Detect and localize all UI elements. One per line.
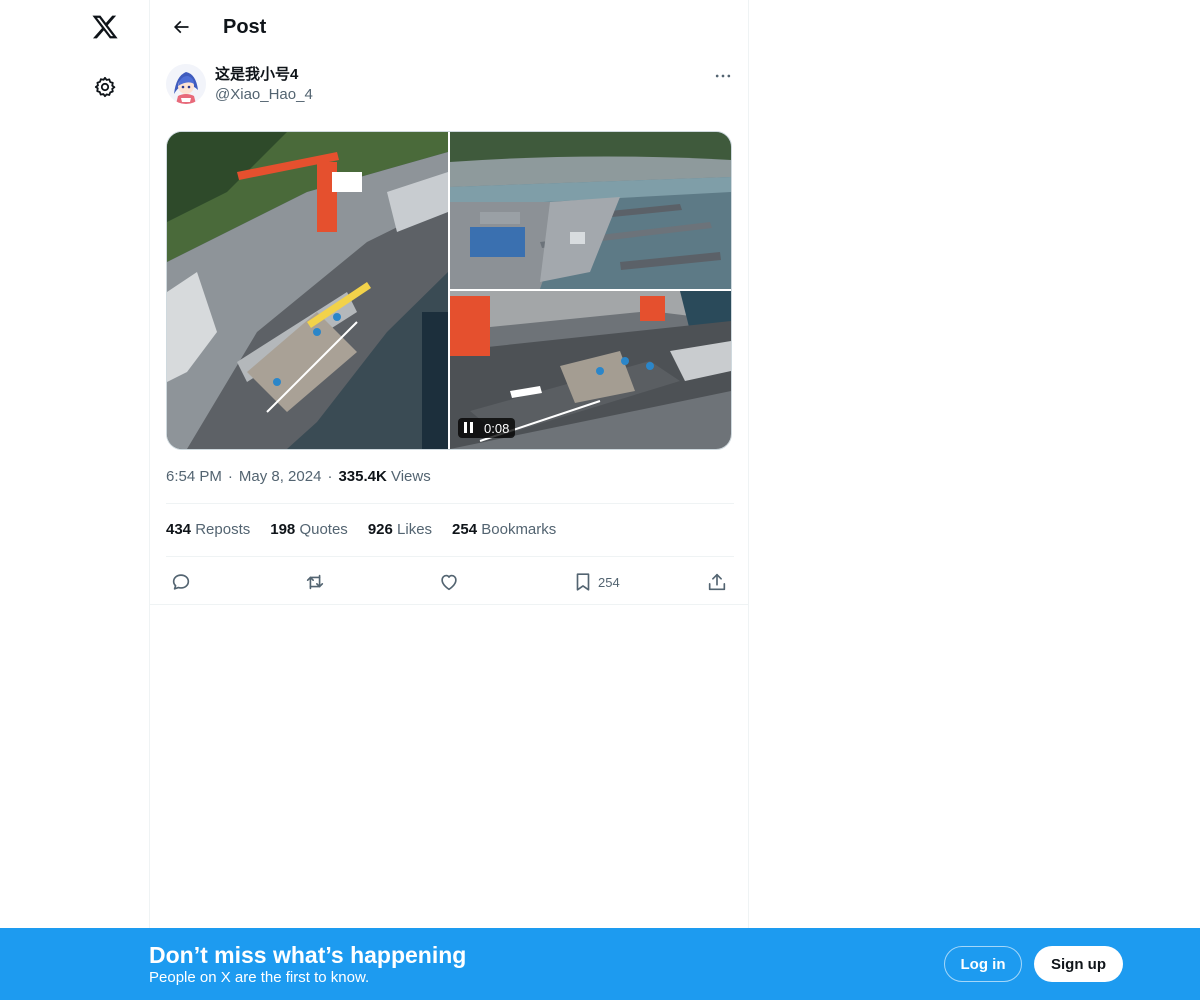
- quotes-count: 198: [270, 521, 296, 538]
- divider: [150, 604, 748, 605]
- reply-button[interactable]: [170, 566, 192, 598]
- video-duration: 0:08: [484, 420, 510, 436]
- views-count: 335.4K: [338, 468, 387, 485]
- post-stats: 434 Reposts 198 Quotes 926 Likes 254 Boo…: [166, 520, 556, 540]
- like-button[interactable]: [438, 566, 460, 598]
- meta-separator: ·: [327, 468, 333, 485]
- stat-bookmarks[interactable]: 254 Bookmarks: [452, 520, 556, 540]
- media-video[interactable]: 0:08: [450, 291, 731, 449]
- meta-separator: ·: [227, 468, 233, 485]
- page-title: Post: [223, 16, 267, 38]
- reposts-count: 434: [166, 521, 192, 538]
- share-button[interactable]: [706, 566, 728, 598]
- author-display-name[interactable]: 这是我小号4: [215, 65, 313, 85]
- post-author: 这是我小号4 @Xiao_Hao_4: [166, 64, 313, 108]
- reposts-label: Reposts: [195, 521, 251, 538]
- video-badge: 0:08: [458, 418, 516, 438]
- post-date[interactable]: May 8, 2024: [239, 468, 322, 485]
- media-photo-2[interactable]: [450, 132, 731, 289]
- bookmark-icon: [576, 573, 590, 591]
- avatar[interactable]: [166, 64, 206, 104]
- author-handle[interactable]: @Xiao_Hao_4: [215, 85, 313, 105]
- gear-icon[interactable]: [87, 69, 123, 105]
- banner-title: Don’t miss what’s happening: [149, 942, 467, 968]
- views-label: Views: [390, 468, 431, 485]
- post-time[interactable]: 6:54 PM: [166, 468, 222, 485]
- post-meta: 6:54 PM · May 8, 2024 · 335.4K Views: [166, 467, 431, 487]
- quotes-label: Quotes: [299, 521, 348, 538]
- share-icon: [708, 573, 726, 591]
- bookmark-button[interactable]: 254: [572, 566, 620, 598]
- bookmarks-count: 254: [452, 521, 478, 538]
- likes-count: 926: [367, 521, 393, 538]
- stat-likes[interactable]: 926 Likes: [368, 520, 432, 540]
- left-nav: [0, 0, 150, 1000]
- repost-icon: [306, 574, 324, 590]
- banner-subtitle: People on X are the first to know.: [149, 969, 370, 986]
- author-names: 这是我小号4 @Xiao_Hao_4: [215, 64, 313, 108]
- stat-reposts[interactable]: 434 Reposts: [166, 520, 250, 540]
- post-media-grid: 0:08: [166, 131, 732, 450]
- page-header: Post: [150, 0, 748, 53]
- bookmarks-label: Bookmarks: [481, 521, 557, 538]
- bookmark-count: 254: [598, 574, 620, 590]
- action-bar: 254: [150, 566, 748, 598]
- x-logo-icon[interactable]: [87, 9, 123, 45]
- heart-icon: [441, 574, 457, 591]
- media-photo-1[interactable]: [167, 132, 448, 449]
- likes-label: Likes: [397, 521, 433, 538]
- divider: [166, 503, 734, 504]
- more-button[interactable]: [707, 64, 739, 88]
- back-button[interactable]: [163, 9, 199, 45]
- signup-button[interactable]: Sign up: [1034, 946, 1123, 982]
- divider: [166, 556, 734, 557]
- stat-quotes[interactable]: 198 Quotes: [270, 520, 348, 540]
- reply-icon: [172, 574, 190, 590]
- pause-icon[interactable]: [464, 422, 474, 434]
- more-horizontal-icon: [715, 74, 731, 78]
- primary-column: Post 这是我小号4 @Xiao_Hao_4 0:08 6:54 PM · M…: [149, 0, 749, 1000]
- arrow-left-icon: [173, 20, 189, 34]
- repost-button[interactable]: [304, 566, 326, 598]
- login-button[interactable]: Log in: [944, 946, 1022, 982]
